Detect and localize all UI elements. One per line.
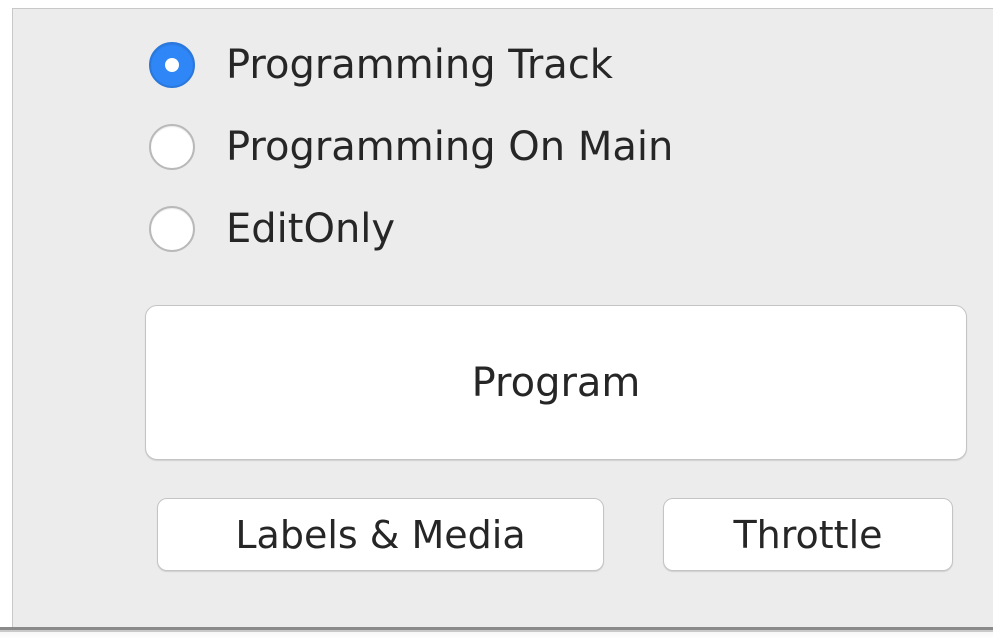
radio-label-programming-on-main: Programming On Main	[226, 124, 674, 170]
window-bottom-divider	[0, 627, 993, 639]
radio-unchecked-icon[interactable]	[149, 206, 195, 252]
radio-label-programming-track: Programming Track	[226, 42, 613, 88]
radio-unchecked-icon[interactable]	[149, 124, 195, 170]
throttle-button[interactable]: Throttle	[663, 498, 953, 571]
radio-edit-only[interactable]: EditOnly	[149, 203, 395, 255]
radio-checked-icon[interactable]	[149, 42, 195, 88]
radio-programming-on-main[interactable]: Programming On Main	[149, 121, 673, 173]
labels-and-media-button[interactable]: Labels & Media	[157, 498, 604, 571]
radio-programming-track[interactable]: Programming Track	[149, 39, 613, 91]
program-button[interactable]: Program	[145, 305, 967, 460]
radio-label-edit-only: EditOnly	[226, 206, 396, 252]
